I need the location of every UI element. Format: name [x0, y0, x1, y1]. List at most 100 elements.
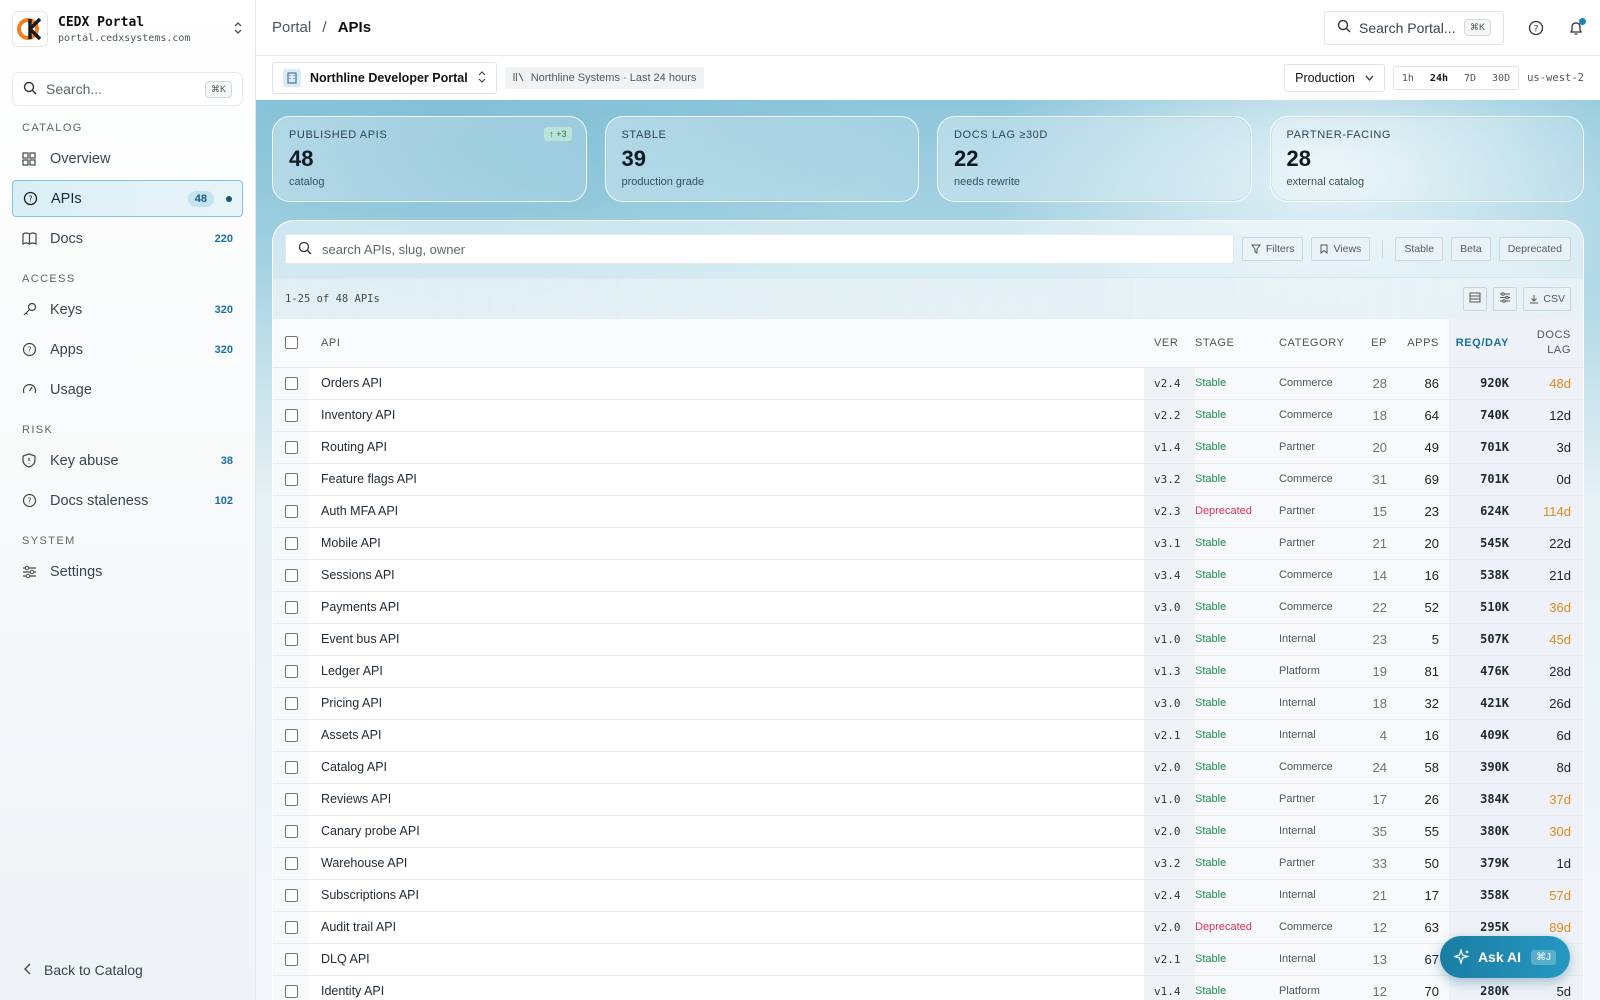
table-row[interactable]: Reviews API v1.0 Stable Partner 17 26 384K 37d: [273, 783, 1583, 816]
sidebar-item-apps[interactable]: ? Apps 320: [12, 331, 243, 368]
columns-button[interactable]: [1493, 286, 1518, 311]
row-checkbox[interactable]: [284, 665, 298, 679]
table-row[interactable]: Warehouse API v3.2 Stable Partner 33 50 379K 1d: [273, 847, 1583, 880]
col-header-stage[interactable]: STAGE: [1195, 319, 1279, 368]
table-row[interactable]: Auth MFA API v2.3 Deprecated Partner 15 23 624…: [273, 495, 1583, 528]
sidebar-item-apis[interactable]: ? APIs 48: [12, 180, 243, 217]
row-checkbox[interactable]: [284, 857, 298, 871]
cell-api-name[interactable]: Pricing API: [309, 687, 1144, 720]
cell-api-name[interactable]: DLQ API: [309, 943, 1144, 976]
col-header-category[interactable]: CATEGORY: [1279, 319, 1371, 368]
cell-api-name[interactable]: Sessions API: [309, 559, 1144, 592]
sidebar-item-docs[interactable]: Docs 220: [12, 220, 243, 257]
col-header-docs-lag[interactable]: DOCS LAG: [1523, 319, 1583, 368]
col-header-req-day[interactable]: REQ/DAY: [1449, 319, 1523, 368]
col-header-apps[interactable]: APPS: [1395, 319, 1449, 368]
bell-icon[interactable]: [1568, 17, 1586, 36]
range-option-24h[interactable]: 24h: [1422, 73, 1456, 84]
sidebar-item-docs-staleness[interactable]: ? Docs staleness 102: [12, 482, 243, 519]
row-checkbox[interactable]: [284, 633, 298, 647]
csv-export-button[interactable]: CSV: [1523, 286, 1571, 311]
back-to-catalog-link[interactable]: Back to Catalog: [24, 962, 143, 978]
table-row[interactable]: Inventory API v2.2 Stable Commerce 18 64 740K 1…: [273, 399, 1583, 432]
range-option-7d[interactable]: 7D: [1456, 73, 1484, 84]
table-row[interactable]: Assets API v2.1 Stable Internal 4 16 409K 6d: [273, 719, 1583, 752]
cell-api-name[interactable]: Ledger API: [309, 655, 1144, 688]
row-checkbox[interactable]: [284, 505, 298, 519]
cell-api-name[interactable]: Subscriptions API: [309, 879, 1144, 912]
table-row[interactable]: Pricing API v3.0 Stable Internal 18 32 421K 26d: [273, 687, 1583, 720]
sidebar-item-settings[interactable]: Settings: [12, 553, 243, 590]
range-option-30d[interactable]: 30D: [1484, 73, 1518, 84]
density-button[interactable]: [1463, 286, 1488, 311]
filters-button[interactable]: Filters: [1241, 237, 1304, 261]
row-checkbox[interactable]: [284, 697, 298, 711]
cell-api-name[interactable]: Inventory API: [309, 399, 1144, 432]
row-checkbox[interactable]: [284, 761, 298, 775]
cell-api-name[interactable]: Event bus API: [309, 623, 1144, 656]
row-checkbox[interactable]: [284, 473, 298, 487]
chip-beta[interactable]: Beta: [1451, 237, 1491, 261]
sidebar-item-overview[interactable]: Overview: [12, 140, 243, 177]
help-icon[interactable]: ?: [1528, 20, 1544, 36]
row-checkbox[interactable]: [284, 569, 298, 583]
views-button[interactable]: Views: [1311, 237, 1371, 261]
col-header-api[interactable]: API: [309, 319, 1144, 368]
table-row[interactable]: Mobile API v3.1 Stable Partner 21 20 545K 22d: [273, 527, 1583, 560]
table-row[interactable]: Subscriptions API v2.4 Stable Internal 21 17 3…: [273, 879, 1583, 912]
table-row[interactable]: Identity API v1.4 Stable Platform 12 70 280K 5d: [273, 975, 1583, 1000]
table-row[interactable]: Ledger API v1.3 Stable Platform 19 81 476K 28d: [273, 655, 1583, 688]
row-checkbox[interactable]: [284, 921, 298, 935]
row-checkbox[interactable]: [284, 537, 298, 551]
table-row[interactable]: Audit trail API v2.0 Deprecated Commerce 12 6…: [273, 911, 1583, 944]
chevron-updown-icon[interactable]: [233, 21, 243, 38]
table-row[interactable]: Event bus API v1.0 Stable Internal 23 5 507K 45…: [273, 623, 1583, 656]
col-header-ver[interactable]: VER: [1144, 319, 1195, 368]
chip-deprecated[interactable]: Deprecated: [1498, 237, 1571, 261]
cell-api-name[interactable]: Payments API: [309, 591, 1144, 624]
table-search-input[interactable]: search APIs, slug, owner: [285, 234, 1234, 264]
sidebar-search[interactable]: Search... ⌘K: [12, 72, 243, 106]
sidebar-item-keys[interactable]: Keys 320: [12, 291, 243, 328]
cell-api-name[interactable]: Canary probe API: [309, 815, 1144, 848]
row-checkbox[interactable]: [284, 825, 298, 839]
row-checkbox[interactable]: [284, 889, 298, 903]
cell-api-name[interactable]: Orders API: [309, 367, 1144, 400]
environment-select[interactable]: Production: [1284, 64, 1385, 92]
chip-stable[interactable]: Stable: [1395, 237, 1444, 261]
global-search-input[interactable]: Search Portal... ⌘K: [1324, 10, 1504, 45]
range-option-1h[interactable]: 1h: [1394, 73, 1422, 84]
cell-api-name[interactable]: Assets API: [309, 719, 1144, 752]
table-row[interactable]: Orders API v2.4 Stable Commerce 28 86 920K 48d: [273, 367, 1583, 400]
row-checkbox[interactable]: [284, 377, 298, 391]
row-checkbox[interactable]: [284, 793, 298, 807]
select-all-checkbox[interactable]: [284, 336, 298, 350]
table-row[interactable]: Catalog API v2.0 Stable Commerce 24 58 390K 8d: [273, 751, 1583, 784]
table-row[interactable]: Payments API v3.0 Stable Commerce 22 52 510K 36…: [273, 591, 1583, 624]
cell-api-name[interactable]: Reviews API: [309, 783, 1144, 816]
table-row[interactable]: Sessions API v3.4 Stable Commerce 14 16 538K 21…: [273, 559, 1583, 592]
table-row[interactable]: DLQ API v2.1 Stable Internal 13 67: [273, 943, 1583, 976]
col-header-ep[interactable]: EP: [1371, 319, 1395, 368]
row-checkbox[interactable]: [284, 729, 298, 743]
cell-api-name[interactable]: Auth MFA API: [309, 495, 1144, 528]
cell-api-name[interactable]: Warehouse API: [309, 847, 1144, 880]
row-checkbox[interactable]: [284, 985, 298, 999]
table-row[interactable]: Canary probe API v2.0 Stable Internal 35 55 38…: [273, 815, 1583, 848]
brand-header[interactable]: CEDX Portal portal.cedxsystems.com: [0, 0, 255, 58]
row-checkbox[interactable]: [284, 601, 298, 615]
row-checkbox[interactable]: [284, 409, 298, 423]
row-checkbox[interactable]: [284, 953, 298, 967]
cell-api-name[interactable]: Identity API: [309, 975, 1144, 1000]
table-row[interactable]: Feature flags API v3.2 Stable Commerce 31 69 7…: [273, 463, 1583, 496]
table-row[interactable]: Routing API v1.4 Stable Partner 20 49 701K 3d: [273, 431, 1583, 464]
portal-select[interactable]: Northline Developer Portal: [272, 62, 497, 94]
cell-api-name[interactable]: Feature flags API: [309, 463, 1144, 496]
breadcrumb-root[interactable]: Portal: [272, 19, 311, 36]
cell-api-name[interactable]: Routing API: [309, 431, 1144, 464]
row-checkbox[interactable]: [284, 441, 298, 455]
cell-api-name[interactable]: Catalog API: [309, 751, 1144, 784]
ask-ai-button[interactable]: Ask AI ⌘J: [1439, 936, 1570, 978]
sidebar-item-usage[interactable]: Usage: [12, 371, 243, 408]
cell-api-name[interactable]: Audit trail API: [309, 911, 1144, 944]
